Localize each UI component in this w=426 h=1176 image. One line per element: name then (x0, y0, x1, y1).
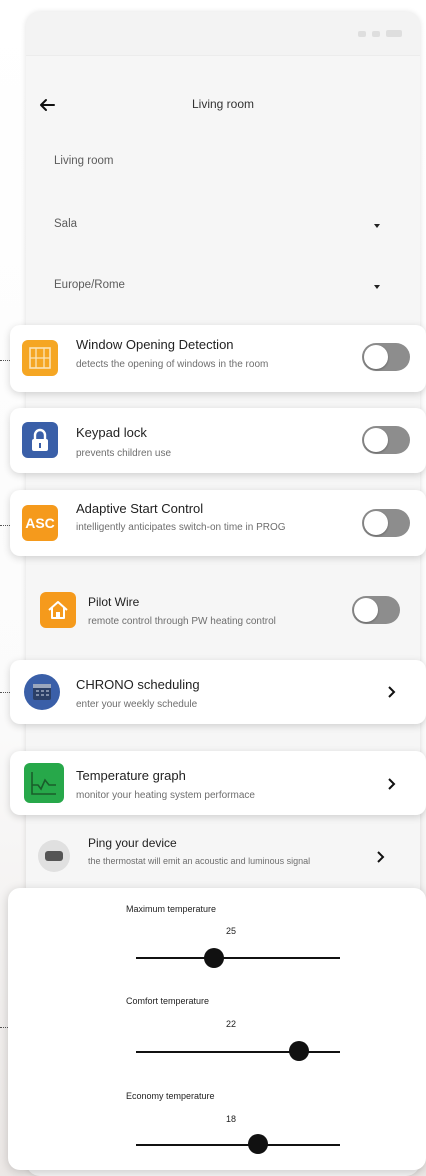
toggle-knob (364, 511, 388, 535)
max-temp-slider-track[interactable] (136, 957, 340, 959)
house-icon (40, 592, 76, 628)
toggle-knob (364, 428, 388, 452)
setting-title: Pilot Wire (88, 595, 140, 609)
toggle-knob (364, 345, 388, 369)
chevron-right-icon[interactable] (387, 777, 397, 791)
device-icon (38, 840, 70, 872)
chevron-right-icon[interactable] (376, 850, 386, 864)
economy-temp-slider-track[interactable] (136, 1144, 340, 1146)
slider-label: Economy temperature (126, 1091, 215, 1101)
slider-label: Comfort temperature (126, 996, 210, 1006)
nav-subtitle: the thermostat will emit an acoustic and… (88, 856, 311, 866)
nav-subtitle: monitor your heating system performace (76, 790, 255, 801)
signal-icon (358, 30, 366, 37)
setting-title: Keypad lock (76, 425, 147, 440)
wifi-icon (372, 30, 380, 37)
chevron-right-icon[interactable] (387, 685, 397, 699)
asc-icon: ASC (22, 505, 58, 541)
pilot-wire-toggle[interactable] (352, 596, 400, 624)
economy-temp-slider-thumb[interactable] (248, 1134, 269, 1154)
nav-subtitle: enter your weekly schedule (76, 699, 198, 710)
nav-title: CHRONO scheduling (76, 677, 200, 692)
setting-title: Window Opening Detection (76, 337, 234, 352)
setting-subtitle: intelligently anticipates switch-on time… (76, 522, 286, 533)
setting-subtitle: detects the opening of windows in the ro… (76, 359, 269, 370)
comfort-temp-slider-track[interactable] (136, 1051, 340, 1053)
slider-value: 22 (226, 1019, 237, 1029)
pilot-wire-row: Pilot Wire remote control through PW hea… (26, 578, 420, 642)
setting-subtitle: prevents children use (76, 448, 172, 459)
lock-icon (22, 422, 58, 458)
room-name-field[interactable]: Living room (54, 155, 394, 167)
slider-value: 18 (226, 1114, 237, 1124)
battery-icon (386, 30, 402, 37)
adaptive-start-card: ASC Adaptive Start Control intelligently… (10, 490, 426, 556)
slider-value: 25 (226, 926, 237, 936)
slider-label: Maximum temperature (126, 904, 217, 914)
calendar-icon (24, 674, 60, 710)
app-header: Living room (26, 88, 420, 122)
page-title: Living room (191, 97, 255, 111)
window-icon (22, 340, 58, 376)
room-type-chevron-down-icon[interactable] (374, 224, 380, 228)
nav-title: Ping your device (88, 836, 177, 850)
timezone-select[interactable]: Europe/Rome (54, 279, 394, 291)
keypad-lock-card: Keypad lock prevents children use (10, 408, 426, 473)
adaptive-start-toggle[interactable] (362, 509, 410, 537)
setting-title: Adaptive Start Control (76, 501, 204, 516)
status-icons (358, 30, 402, 37)
temperature-graph-card[interactable]: Temperature graph monitor your heating s… (10, 751, 426, 815)
room-type-select[interactable]: Sala (54, 218, 394, 230)
window-detection-toggle[interactable] (362, 343, 410, 371)
comfort-temp-slider-thumb[interactable] (289, 1041, 310, 1061)
ping-device-row[interactable]: Ping your device the thermostat will emi… (26, 828, 420, 884)
chrono-scheduling-card[interactable]: CHRONO scheduling enter your weekly sche… (10, 660, 426, 724)
status-bar (26, 12, 420, 56)
graph-icon (24, 763, 64, 803)
setting-subtitle: remote control through PW heating contro… (88, 616, 276, 627)
keypad-lock-toggle[interactable] (362, 426, 410, 454)
timezone-chevron-down-icon[interactable] (374, 285, 380, 289)
nav-title: Temperature graph (76, 768, 186, 783)
temperature-sliders-panel: Maximum temperature 25 Comfort temperatu… (8, 888, 426, 1170)
window-detection-card: Window Opening Detection detects the ope… (10, 325, 426, 392)
toggle-knob (354, 598, 378, 622)
max-temp-slider-thumb[interactable] (203, 948, 224, 968)
